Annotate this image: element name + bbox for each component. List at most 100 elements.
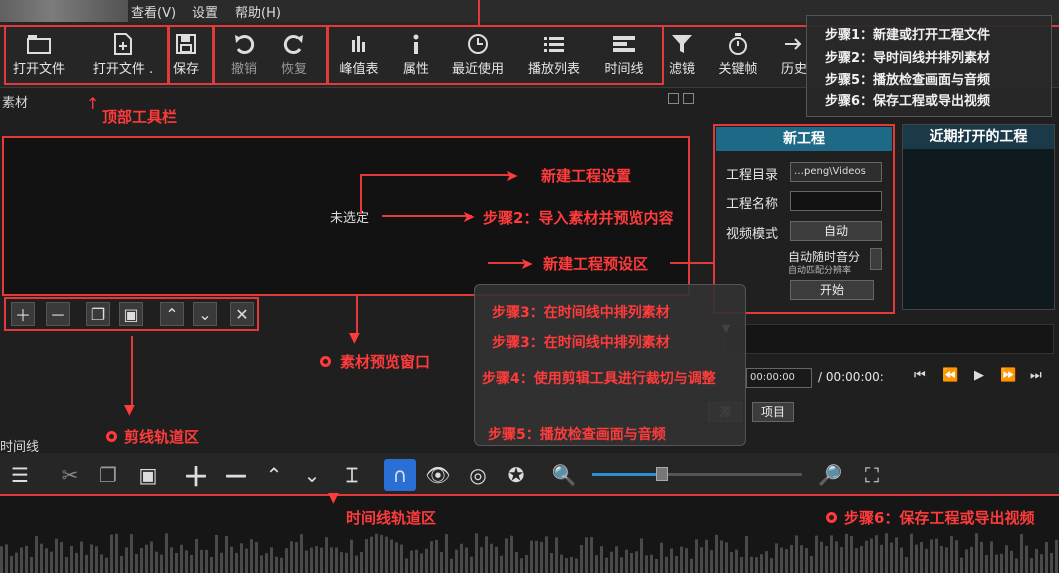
popup-step: 步骤3：在时间线中排列素材 (492, 335, 670, 351)
popup-step: 步骤5：播放检查画面与音频 (488, 427, 666, 443)
annotation-clip-track: 剪线轨道区 (124, 428, 200, 446)
popup-step: 步骤4：使用剪辑工具进行裁切与调整 (482, 371, 716, 387)
blurred-menu-region (0, 0, 128, 22)
project-name-field[interactable] (790, 191, 882, 211)
clear-button[interactable]: ✕ (230, 302, 254, 326)
annotation-step2: 步骤2：导入素材并预览内容 (483, 209, 674, 227)
move-up-button[interactable]: ⌃ (160, 302, 184, 326)
arrow-down-icon: ▼ (349, 330, 360, 346)
annotation-clip-preview: 素材预览窗口 (340, 353, 431, 371)
auto-res-sublabel: 自动匹配分辨率 (788, 266, 852, 276)
toolbar-views-highlight (327, 25, 664, 85)
ripple-icon[interactable]: ◎ (462, 459, 494, 491)
materials-panel-title: 素材 (2, 96, 29, 111)
annotation-new-project-area: 新建工程预设区 (543, 255, 649, 273)
arrow-right-icon: ➤ (462, 207, 476, 226)
project-dir-field[interactable]: …peng\Videos (790, 162, 882, 182)
float-icon[interactable] (668, 93, 679, 104)
snap-magnet-icon[interactable]: ∩ (384, 459, 416, 491)
fast-forward-icon[interactable]: ⏩ (1000, 368, 1016, 383)
menu-view[interactable]: 查看(V) (131, 2, 176, 21)
marker-dot (106, 431, 117, 442)
close-icon[interactable] (683, 93, 694, 104)
arrow-right-icon: ➤ (505, 166, 519, 185)
paste-icon[interactable]: ▣ (132, 459, 164, 491)
chevron-down-icon[interactable]: ⌄ (296, 459, 328, 491)
connector-line (382, 215, 472, 217)
spinner-control[interactable] (870, 248, 882, 270)
menu-settings[interactable]: 设置 (192, 2, 218, 21)
copy-button[interactable]: ❐ (86, 302, 110, 326)
zoom-slider-fill (592, 473, 658, 476)
paste-button[interactable]: ▣ (119, 302, 143, 326)
zoom-slider-handle[interactable] (656, 467, 668, 481)
video-mode-label: 视频模式 (726, 227, 779, 242)
step-item: 步骤5：播放检查画面与音频 (825, 73, 991, 88)
skip-end-icon[interactable]: ⏭ (1030, 368, 1042, 383)
arrow-right-icon: ➤ (520, 254, 534, 273)
ripple-all-icon[interactable]: ✪ (500, 459, 532, 491)
rewind-icon[interactable]: ⏪ (942, 368, 958, 383)
menu-icon[interactable]: ☰ (4, 459, 36, 491)
zoom-out-icon[interactable]: 🔍 (548, 459, 580, 491)
toolbar-undo-redo-highlight (213, 25, 328, 85)
play-icon[interactable]: ▶ (974, 368, 984, 383)
filters-label: 滤镜 (668, 62, 695, 77)
not-selected-label: 未选定 (330, 211, 370, 226)
steps-overlay: 步骤1：新建或打开工程文件 步骤2：导时间线并排列素材 步骤5：播放检查画面与音… (806, 15, 1052, 117)
connector-line (356, 296, 358, 334)
history-label: 历史 (780, 62, 807, 77)
keyframes-label: 关键帧 (718, 62, 758, 77)
step-item: 步骤1：新建或打开工程文件 (825, 28, 991, 43)
marker-dot (320, 356, 331, 367)
popup-step: 步骤3：在时间线中排列素材 (492, 305, 670, 321)
player-scrub-bar[interactable] (724, 324, 1054, 354)
toolbar-file-group-highlight (4, 25, 169, 85)
marker-dot (826, 512, 837, 523)
step-item: 步骤6：保存工程或导出视频 (825, 94, 991, 109)
remove-clip-button[interactable]: － (46, 302, 70, 326)
annotation-timeline-track: 时间线轨道区 (346, 509, 437, 527)
stopwatch-icon (727, 30, 749, 58)
connector-line (131, 336, 133, 406)
step-item: 步骤2：导时间线并排列素材 (825, 51, 991, 66)
toolbar-save-highlight (168, 25, 214, 85)
arrow-up-icon: ↑ (86, 94, 100, 113)
copy-icon[interactable]: ❐ (92, 459, 124, 491)
recent-projects-title: 近期打开的工程 (903, 125, 1054, 149)
timecode-current[interactable]: 00:00:00 (746, 368, 812, 388)
project-tab[interactable]: 项目 (752, 402, 794, 422)
skip-start-icon[interactable]: ⏮ (914, 368, 926, 383)
connector-line (360, 174, 362, 214)
scissors-icon[interactable]: ✂ (54, 459, 86, 491)
new-project-title: 新工程 (716, 127, 892, 151)
connector-line (360, 174, 510, 176)
video-mode-select[interactable]: 自动 (790, 221, 882, 241)
filters-button[interactable]: 滤镜 (664, 30, 700, 82)
connector-line (488, 262, 524, 264)
annotation-top-toolbar: 顶部工具栏 (102, 108, 178, 126)
split-icon[interactable]: ⌶ (336, 459, 368, 491)
funnel-icon (671, 30, 693, 58)
pointer-line (478, 0, 480, 25)
arrow-down-icon: ▼ (328, 490, 339, 506)
arrow-down-icon: ▼ (124, 402, 135, 418)
keyframes-button[interactable]: 关键帧 (714, 30, 762, 82)
move-down-button[interactable]: ⌄ (193, 302, 217, 326)
annotation-new-project-settings: 新建工程设置 (541, 167, 632, 185)
recent-projects-panel (902, 124, 1055, 310)
menu-help[interactable]: 帮助(H) (235, 2, 281, 21)
zoom-fit-icon[interactable]: ⛶ (856, 459, 888, 491)
zoom-in-icon[interactable]: 🔎 (814, 459, 846, 491)
project-dir-label: 工程目录 (726, 168, 779, 183)
annotation-step6: 步骤6：保存工程或导出视频 (844, 509, 1035, 527)
add-clip-button[interactable]: ＋ (11, 302, 35, 326)
timecode-total: / 00:00:00: (818, 370, 884, 384)
remove-icon[interactable]: － (220, 459, 252, 493)
chevron-up-icon[interactable]: ⌃ (258, 459, 290, 491)
scrub-eye-icon[interactable]: 👁 (422, 459, 454, 491)
history-icon (783, 30, 805, 58)
project-name-label: 工程名称 (726, 197, 779, 212)
start-button[interactable]: 开始 (790, 280, 874, 300)
add-icon[interactable]: ＋ (180, 459, 212, 493)
